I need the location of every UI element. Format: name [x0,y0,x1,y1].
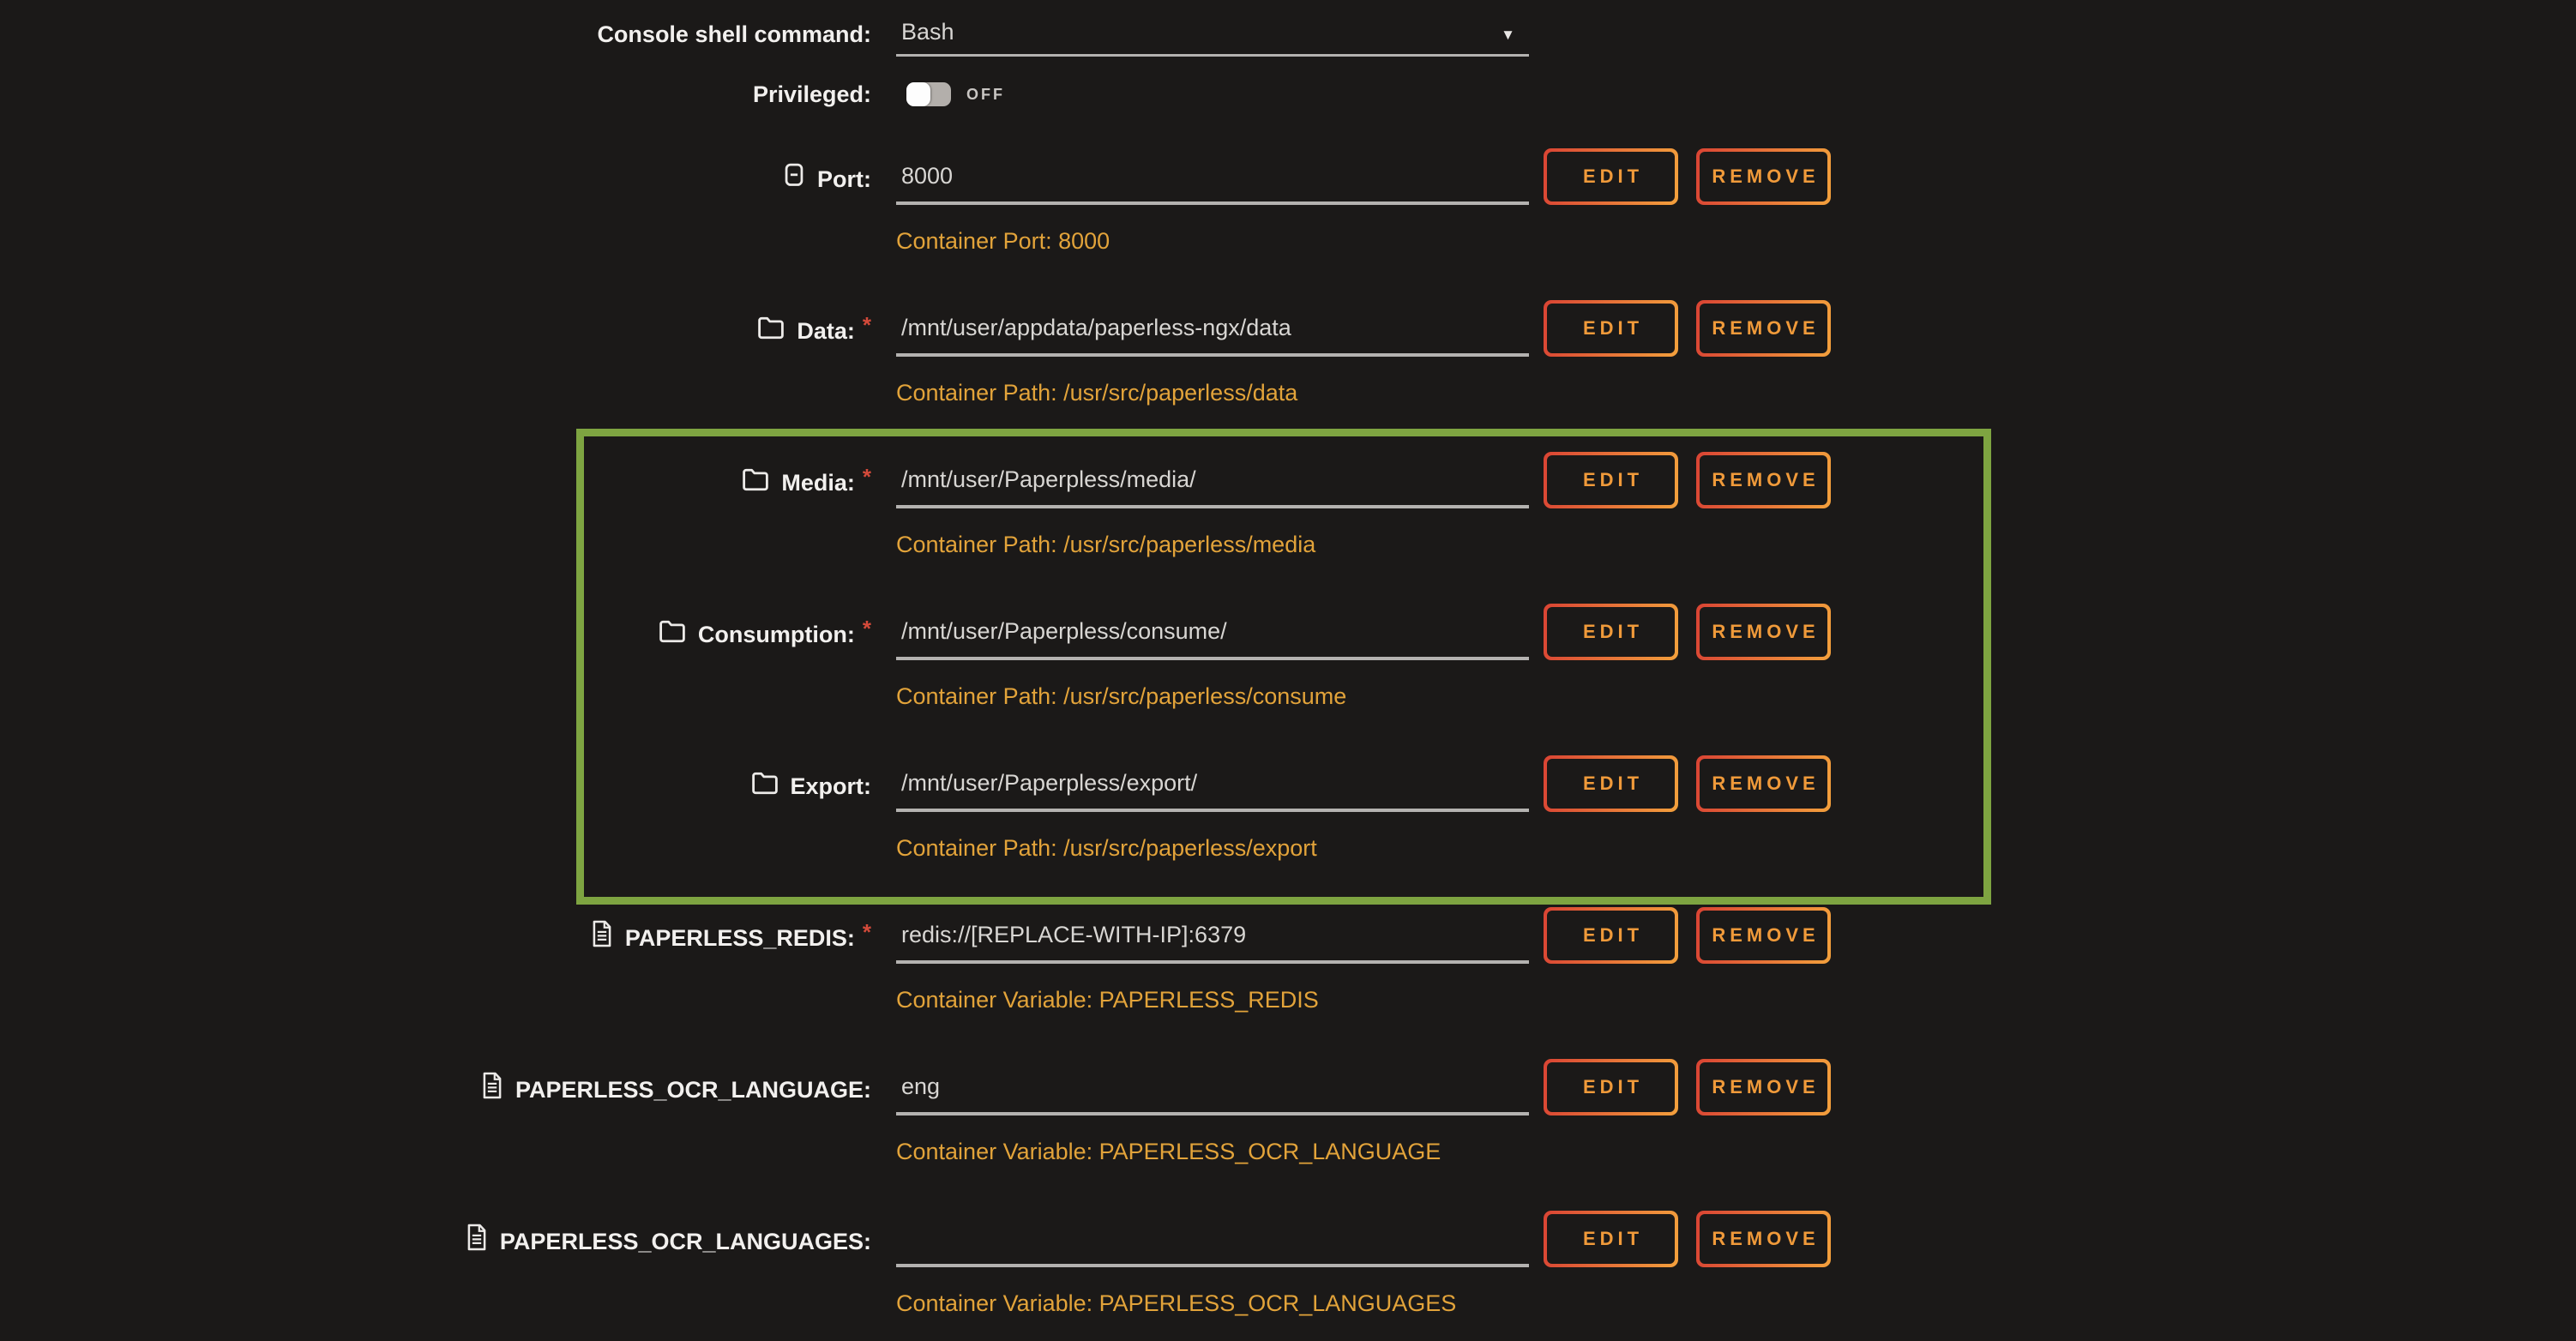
privileged-state-label: OFF [966,86,1005,104]
field-help: Container Variable: PAPERLESS_REDIS [896,988,2576,1012]
remove-button[interactable]: REMOVE [1696,1211,1831,1267]
field-label: Port: [817,166,871,193]
folder-icon [658,618,687,645]
required-asterisk: * [863,919,871,946]
media-path-input[interactable]: /mnt/user/Paperpless/media/ [896,452,1529,508]
edit-button[interactable]: EDIT [1544,604,1678,660]
console-shell-command-label: Console shell command: [597,21,871,48]
toggle-knob [906,82,930,106]
field-label: Media: [781,470,855,496]
field-help: Container Path: /usr/src/paperless/data [896,381,2576,405]
folder-icon [756,315,785,341]
export-path-input[interactable]: /mnt/user/Paperpless/export/ [896,755,1529,812]
folder-icon [750,770,779,797]
required-asterisk: * [863,616,871,642]
remove-button[interactable]: REMOVE [1696,452,1831,508]
edit-button[interactable]: EDIT [1544,907,1678,964]
port-input[interactable]: 8000 [896,148,1529,205]
field-label: Data: [797,318,855,345]
field-row-port: Port: 8000 EDIT REMOVE Container Port: 8… [0,148,2576,253]
folder-icon [741,466,770,493]
field-label: PAPERLESS_REDIS: [625,925,855,952]
field-help: Container Path: /usr/src/paperless/consu… [896,684,2576,708]
field-row-consumption: Consumption: * /mnt/user/Paperpless/cons… [0,604,2576,708]
edit-button[interactable]: EDIT [1544,1211,1678,1267]
field-row-export: Export: /mnt/user/Paperpless/export/ EDI… [0,755,2576,860]
file-icon [465,1223,489,1252]
edit-button[interactable]: EDIT [1544,755,1678,812]
field-help: Container Variable: PAPERLESS_OCR_LANGUA… [896,1291,2576,1315]
field-row-paperless-ocr-languages: PAPERLESS_OCR_LANGUAGES: EDIT REMOVE Con… [0,1211,2576,1315]
docker-container-template-page: Console shell command: Bash ▼ Privileged… [0,0,2576,1341]
privileged-label: Privileged: [753,81,871,108]
field-help: Container Port: 8000 [896,229,2576,253]
field-row-data: Data: * /mnt/user/appdata/paperless-ngx/… [0,300,2576,405]
console-shell-command-select[interactable]: Bash ▼ [896,10,1529,57]
field-help: Container Path: /usr/src/paperless/media [896,532,2576,556]
field-row-media: Media: * /mnt/user/Paperpless/media/ EDI… [0,452,2576,556]
field-label: Consumption: [698,622,855,648]
field-label: PAPERLESS_OCR_LANGUAGES: [500,1229,871,1255]
edit-button[interactable]: EDIT [1544,148,1678,205]
field-help: Container Path: /usr/src/paperless/expor… [896,836,2576,860]
port-icon [782,161,806,189]
paperless-ocr-language-input[interactable]: eng [896,1059,1529,1115]
field-help: Container Variable: PAPERLESS_OCR_LANGUA… [896,1140,2576,1164]
paperless-ocr-languages-input[interactable] [896,1211,1529,1267]
privileged-toggle[interactable] [906,82,951,106]
consumption-path-input[interactable]: /mnt/user/Paperpless/consume/ [896,604,1529,660]
required-asterisk: * [863,312,871,339]
privileged-row: Privileged: OFF [0,82,2576,106]
file-icon [480,1071,504,1100]
edit-button[interactable]: EDIT [1544,1059,1678,1115]
remove-button[interactable]: REMOVE [1696,604,1831,660]
field-label: PAPERLESS_OCR_LANGUAGE: [515,1077,871,1103]
required-asterisk: * [863,464,871,490]
field-row-paperless-ocr-language: PAPERLESS_OCR_LANGUAGE: eng EDIT REMOVE … [0,1059,2576,1164]
field-label: Export: [791,773,872,800]
edit-button[interactable]: EDIT [1544,452,1678,508]
remove-button[interactable]: REMOVE [1696,1059,1831,1115]
paperless-redis-input[interactable]: redis://[REPLACE-WITH-IP]:6379 [896,907,1529,964]
console-shell-command-value: Bash [901,19,954,45]
remove-button[interactable]: REMOVE [1696,755,1831,812]
remove-button[interactable]: REMOVE [1696,148,1831,205]
console-shell-command-row: Console shell command: Bash ▼ [0,10,2576,57]
data-path-input[interactable]: /mnt/user/appdata/paperless-ngx/data [896,300,1529,357]
edit-button[interactable]: EDIT [1544,300,1678,357]
chevron-down-icon: ▼ [1501,27,1515,44]
field-row-paperless-redis: PAPERLESS_REDIS: * redis://[REPLACE-WITH… [0,907,2576,1012]
remove-button[interactable]: REMOVE [1696,907,1831,964]
remove-button[interactable]: REMOVE [1696,300,1831,357]
file-icon [590,919,614,948]
